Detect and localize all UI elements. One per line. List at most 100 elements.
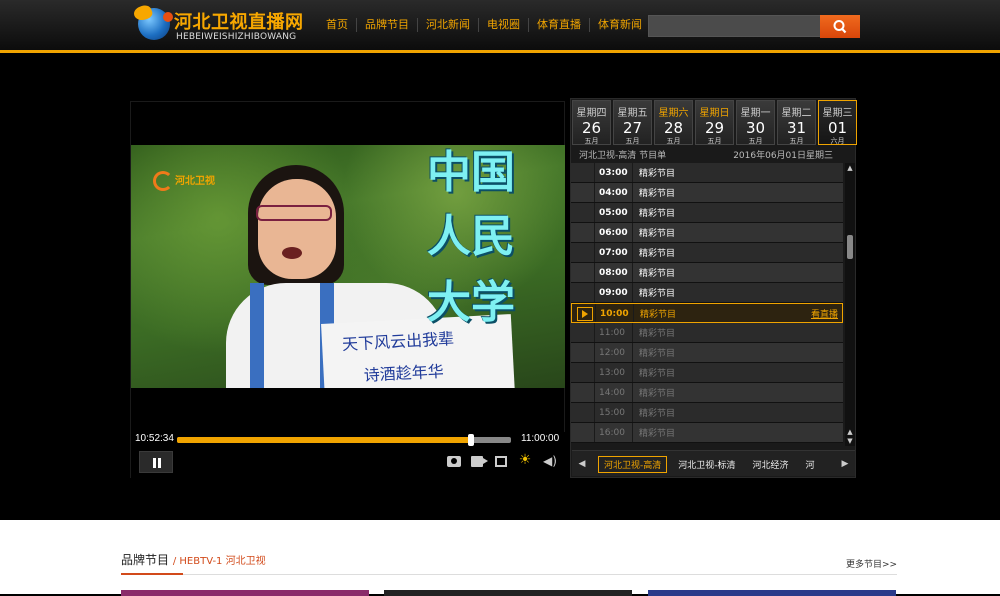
schedule-info: 河北卫视-高清 节目单 2016年06月01日星期三 [579, 148, 849, 161]
schedule-panel: 星期四 26 五月 星期五 27 五月 星期六 28 五月 星期日 29 五月 星期一 30 五月 星期二 31… [570, 98, 859, 478]
end-time: 11:00:00 [521, 433, 560, 444]
program-row[interactable]: 08:00 精彩节目 [571, 263, 843, 283]
scrollbar-thumb[interactable] [847, 235, 853, 259]
player-controls: 10:52:34 11:00:00 ☀ ◀) [131, 432, 565, 478]
channel-tab[interactable]: 河北经济 [747, 456, 795, 473]
day-tab-month: 五月 [707, 137, 722, 145]
search-icon [833, 20, 847, 34]
progress-bar[interactable] [177, 434, 511, 446]
program-title: 精彩节目 [639, 249, 676, 259]
scroll-up-icon[interactable]: ▲ [846, 164, 854, 172]
nav-tv-circle[interactable]: 电视圈 [479, 18, 529, 32]
nav-home[interactable]: 首页 [318, 18, 357, 32]
program-list-scrollbar[interactable]: ▲ ▲ ▼ [845, 163, 855, 446]
nav-brand-programs[interactable]: 品牌节目 [357, 18, 418, 32]
record-video-icon[interactable] [471, 456, 488, 467]
day-tab[interactable]: 星期三 01 六月 [818, 100, 857, 145]
main-nav: 首页 品牌节目 河北新闻 电视圈 体育直播 体育新闻 [318, 18, 650, 32]
channel-tab[interactable]: 河 [800, 456, 821, 473]
program-row-icon-cell [571, 163, 595, 182]
program-row[interactable]: 09:00 精彩节目 [571, 283, 843, 303]
day-tab-date: 01 [827, 119, 848, 137]
program-row[interactable]: 16:00 精彩节目 [571, 423, 843, 443]
program-time: 05:00 [595, 203, 633, 222]
site-logo[interactable]: 河北卫视直播网 HEBEIWEISHIZHIBOWANG [136, 6, 303, 46]
scroll-down-icon[interactable]: ▼ [846, 437, 854, 445]
program-row[interactable]: 07:00 精彩节目 [571, 243, 843, 263]
nav-sports-live[interactable]: 体育直播 [529, 18, 590, 32]
program-row[interactable]: 04:00 精彩节目 [571, 183, 843, 203]
day-tabs: 星期四 26 五月 星期五 27 五月 星期六 28 五月 星期日 29 五月 星期一 30 五月 星期二 31… [572, 100, 859, 145]
program-row[interactable]: 05:00 精彩节目 [571, 203, 843, 223]
day-tab-month: 五月 [748, 137, 763, 145]
day-tab[interactable]: 星期二 31 五月 [777, 100, 816, 145]
day-tab[interactable]: 星期四 26 五月 [572, 100, 611, 145]
program-title: 精彩节目 [639, 289, 676, 299]
program-title: 精彩节目 [639, 169, 676, 179]
day-tab[interactable]: 星期五 27 五月 [613, 100, 652, 145]
day-tab[interactable]: 星期一 30 五月 [736, 100, 775, 145]
day-tab-weekday: 星期六 [658, 108, 689, 119]
program-time: 07:00 [595, 243, 633, 262]
day-tab-weekday: 星期日 [699, 108, 730, 119]
person-mouth [282, 247, 302, 259]
day-tab[interactable]: 星期日 29 五月 [695, 100, 734, 145]
pause-button[interactable] [139, 451, 173, 473]
program-row-icon-cell [571, 323, 595, 342]
program-time: 03:00 [595, 163, 633, 182]
program-title: 精彩节目 [639, 369, 676, 379]
overlay-text-line-2: 人民 [427, 211, 515, 262]
play-icon[interactable] [572, 304, 596, 322]
program-title: 精彩节目 [639, 329, 676, 339]
program-title: 精彩节目 [639, 349, 676, 359]
program-time: 12:00 [595, 343, 633, 362]
search-input[interactable] [649, 18, 820, 38]
program-row[interactable]: 03:00 精彩节目 [571, 163, 843, 183]
day-tab-month: 五月 [789, 137, 804, 145]
nav-sports-news[interactable]: 体育新闻 [590, 18, 650, 32]
day-tab[interactable]: 星期六 28 五月 [654, 100, 693, 145]
schedule-date-label: 2016年06月01日星期三 [733, 151, 833, 161]
logo-title: 河北卫视直播网 [174, 12, 304, 33]
program-row[interactable]: 10:00 精彩节目 看直播 [571, 303, 843, 323]
program-row[interactable]: 12:00 精彩节目 [571, 343, 843, 363]
program-thumbnail[interactable] [648, 590, 896, 596]
program-row[interactable]: 15:00 精彩节目 [571, 403, 843, 423]
program-time: 09:00 [595, 283, 633, 302]
channel-prev-icon[interactable]: ◀ [572, 451, 592, 477]
more-programs-link[interactable]: 更多节目>> [846, 557, 897, 570]
section-divider [121, 573, 897, 575]
program-row-icon-cell [571, 283, 595, 302]
nav-hebei-news[interactable]: 河北新闻 [418, 18, 479, 32]
program-thumbnail[interactable] [121, 590, 369, 596]
light-bulb-icon[interactable]: ☀ [517, 452, 533, 468]
fullscreen-icon[interactable] [495, 456, 507, 467]
screenshot-camera-icon[interactable] [447, 456, 461, 467]
program-row[interactable]: 06:00 精彩节目 [571, 223, 843, 243]
progress-handle[interactable] [467, 434, 474, 446]
day-tab-date: 27 [622, 119, 643, 137]
program-time: 14:00 [595, 383, 633, 402]
sign-line-1: 天下风云出我辈 [341, 329, 455, 354]
video-frame[interactable]: 天下风云出我辈 诗酒趁年华 中国 人民 大学 河北卫视 [131, 145, 565, 388]
channel-tab[interactable]: 河北卫视-高清 [598, 456, 668, 473]
scroll-up-small-icon[interactable]: ▲ [846, 428, 854, 436]
logo-globe-icon [138, 8, 173, 40]
program-time: 16:00 [595, 423, 633, 442]
program-row[interactable]: 13:00 精彩节目 [571, 363, 843, 383]
program-time: 15:00 [595, 403, 633, 422]
day-tab-month: 五月 [584, 137, 599, 145]
program-thumbnail[interactable] [384, 590, 632, 596]
watch-live-link[interactable]: 看直播 [811, 307, 842, 320]
program-time: 04:00 [595, 183, 633, 202]
channel-tab[interactable]: 河北卫视-标清 [672, 456, 741, 473]
program-list: 03:00 精彩节目 04:00 精彩节目 05:00 精彩节目 06:00 精彩节目 07:0… [571, 163, 843, 446]
program-row[interactable]: 11:00 精彩节目 [571, 323, 843, 343]
program-row[interactable]: 14:00 精彩节目 [571, 383, 843, 403]
channel-next-icon[interactable]: ▶ [835, 451, 855, 477]
volume-icon[interactable]: ◀) [543, 455, 557, 467]
program-row-icon-cell [571, 403, 595, 422]
day-tab-weekday: 星期五 [617, 108, 648, 119]
search-button[interactable] [820, 15, 860, 38]
channel-watermark: 河北卫视 [153, 171, 215, 191]
